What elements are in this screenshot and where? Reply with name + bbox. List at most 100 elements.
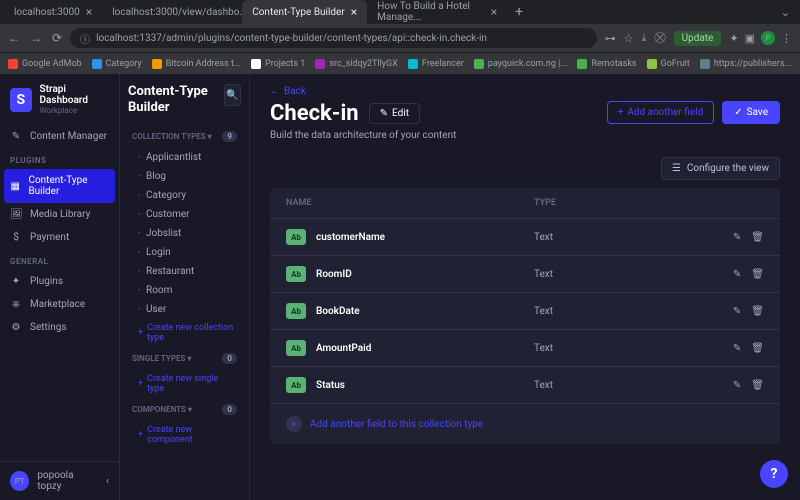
page-title: Check-in xyxy=(270,101,359,126)
edit-icon[interactable]: ✎ xyxy=(733,306,741,317)
create-single-link[interactable]: +Create new single type xyxy=(128,370,241,398)
reload-icon[interactable]: ⟳ xyxy=(52,31,62,45)
trash-icon[interactable]: 🗑 xyxy=(751,380,764,391)
bookmark-item[interactable]: payquick.com.ng |... xyxy=(474,59,568,69)
collection-count-badge: 9 xyxy=(222,131,237,142)
collection-item[interactable]: Restaurant xyxy=(128,262,241,281)
adblock-icon[interactable]: ⛒ xyxy=(654,31,665,45)
edit-icon[interactable]: ✎ xyxy=(733,232,741,243)
key-icon[interactable]: ⊶ xyxy=(605,32,616,45)
browser-tab[interactable]: localhost:3000 × xyxy=(4,0,102,24)
bookmark-item[interactable]: Bitcoin Address t... xyxy=(152,59,241,69)
bookmarks-bar: Google AdMob Category Bitcoin Address t.… xyxy=(0,52,800,74)
table-row: Ab customerName Text ✎🗑 xyxy=(270,218,780,255)
single-types-heading[interactable]: SINGLE TYPES ▾ 0 xyxy=(128,347,241,370)
sidebar-item-marketplace[interactable]: ⎈ Marketplace xyxy=(0,293,119,316)
menu-icon[interactable]: ⋮ xyxy=(781,32,792,45)
field-name: AmountPaid xyxy=(316,343,534,354)
help-button[interactable]: ? xyxy=(760,460,788,488)
browser-tab[interactable]: Content-Type Builder× xyxy=(242,0,367,24)
arrow-left-icon: ← xyxy=(270,86,280,97)
update-button[interactable]: Update xyxy=(674,31,722,46)
forward-icon[interactable]: → xyxy=(30,31,42,45)
url-input[interactable]: ⓘ localhost:1337/admin/plugins/content-t… xyxy=(70,28,597,48)
install-icon[interactable]: ⤓ xyxy=(642,31,647,45)
add-another-field-button[interactable]: + Add another field xyxy=(607,101,715,124)
pencil-icon: ✎ xyxy=(380,108,388,119)
components-count-badge: 0 xyxy=(222,404,237,415)
back-icon[interactable]: ← xyxy=(8,31,20,45)
site-info-icon[interactable]: ⓘ xyxy=(80,31,90,46)
field-name: BookDate xyxy=(316,306,534,317)
collection-item[interactable]: Room xyxy=(128,281,241,300)
tab-title: localhost:3000 xyxy=(14,7,80,18)
components-heading[interactable]: COMPONENTS ▾ 0 xyxy=(128,398,241,421)
page-subtitle: Build the data architecture of your cont… xyxy=(270,130,780,141)
address-bar-row: ← → ⟳ ⓘ localhost:1337/admin/plugins/con… xyxy=(0,24,800,52)
bookmark-item[interactable]: src_sidqy2TllyGX xyxy=(315,59,398,69)
sidebar-heading-plugins: PLUGINS xyxy=(0,148,119,169)
search-button[interactable]: 🔍 xyxy=(224,84,241,106)
edit-icon[interactable]: ✎ xyxy=(733,380,741,391)
plus-icon: + xyxy=(618,107,624,118)
close-icon[interactable]: × xyxy=(491,5,497,19)
collection-item[interactable]: Customer xyxy=(128,205,241,224)
collection-item[interactable]: User xyxy=(128,300,241,319)
browser-tab[interactable]: localhost:3000/view/dashbo...× xyxy=(102,0,242,24)
chevron-left-icon[interactable]: ‹ xyxy=(106,476,109,487)
dollar-icon: $ xyxy=(10,232,22,243)
bookmark-item[interactable]: Projects 1 xyxy=(251,59,305,69)
extensions-icon[interactable]: ✦ xyxy=(729,32,738,45)
back-link[interactable]: ← Back xyxy=(270,86,780,97)
table-row: Ab BookDate Text ✎🗑 xyxy=(270,292,780,329)
col-type-header: TYPE xyxy=(534,198,714,208)
sidebar-item-content-manager[interactable]: ✎ Content Manager xyxy=(0,125,119,148)
bookmark-icon[interactable]: ☆ xyxy=(624,32,634,45)
brand[interactable]: S Strapi Dashboard Workplace xyxy=(0,74,119,125)
chevron-down-icon: ▾ xyxy=(187,354,191,363)
cast-icon[interactable]: ▣ xyxy=(745,32,755,45)
collection-item[interactable]: Login xyxy=(128,243,241,262)
bookmark-item[interactable]: GoFruit xyxy=(647,59,690,69)
collection-item[interactable]: Blog xyxy=(128,167,241,186)
save-button[interactable]: ✓ Save xyxy=(722,101,780,124)
new-tab-button[interactable]: + xyxy=(507,4,531,20)
configure-view-button[interactable]: ☰ Configure the view xyxy=(661,157,780,180)
edit-icon[interactable]: ✎ xyxy=(733,269,741,280)
sidebar-item-plugins[interactable]: ✦ Plugins xyxy=(0,270,119,293)
trash-icon[interactable]: 🗑 xyxy=(751,306,764,317)
add-field-row[interactable]: + Add another field to this collection t… xyxy=(270,403,780,444)
sliders-icon: ☰ xyxy=(672,163,681,174)
create-component-link[interactable]: +Create new component xyxy=(128,421,241,449)
collection-item[interactable]: Category xyxy=(128,186,241,205)
profile-avatar[interactable]: P xyxy=(761,31,775,45)
question-icon: ? xyxy=(771,466,778,482)
tab-bar: localhost:3000 × localhost:3000/view/dash… xyxy=(0,0,800,24)
create-collection-link[interactable]: +Create new collection type xyxy=(128,319,241,347)
edit-button[interactable]: ✎ Edit xyxy=(369,103,420,124)
trash-icon[interactable]: 🗑 xyxy=(751,343,764,354)
bookmark-item[interactable]: Google AdMob xyxy=(8,59,82,69)
close-icon[interactable]: × xyxy=(351,5,357,19)
sidebar-item-settings[interactable]: ⚙ Settings xyxy=(0,316,119,339)
collection-item[interactable]: Jobslist xyxy=(128,224,241,243)
edit-icon[interactable]: ✎ xyxy=(733,343,741,354)
chevron-down-icon[interactable]: ⌄ xyxy=(775,6,796,19)
brand-title: Strapi Dashboard xyxy=(40,84,109,106)
sidebar-item-media-library[interactable]: 🖼 Media Library xyxy=(0,203,119,226)
sidebar-item-payment[interactable]: $ Payment xyxy=(0,226,119,249)
bookmark-item[interactable]: Category xyxy=(92,59,142,69)
bookmark-item[interactable]: Freelancer xyxy=(408,59,464,69)
collection-types-heading[interactable]: COLLECTION TYPES ▾ 9 xyxy=(128,125,241,148)
strapi-app: S Strapi Dashboard Workplace ✎ Content M… xyxy=(0,74,800,500)
bookmark-item[interactable]: Remotasks xyxy=(577,59,636,69)
trash-icon[interactable]: 🗑 xyxy=(751,232,764,243)
secondary-sidebar: Content-Type Builder 🔍 COLLECTION TYPES … xyxy=(120,74,250,500)
bookmark-item[interactable]: https://publishers... xyxy=(700,59,792,69)
close-icon[interactable]: × xyxy=(86,5,92,19)
sidebar-user[interactable]: PT popoola topzy ‹ xyxy=(0,461,119,500)
browser-tab[interactable]: How To Build a Hotel Manage...× xyxy=(367,0,507,24)
collection-item[interactable]: Applicantlist xyxy=(128,148,241,167)
sidebar-item-content-type-builder[interactable]: ▦ Content-Type Builder xyxy=(4,169,115,203)
trash-icon[interactable]: 🗑 xyxy=(751,269,764,280)
